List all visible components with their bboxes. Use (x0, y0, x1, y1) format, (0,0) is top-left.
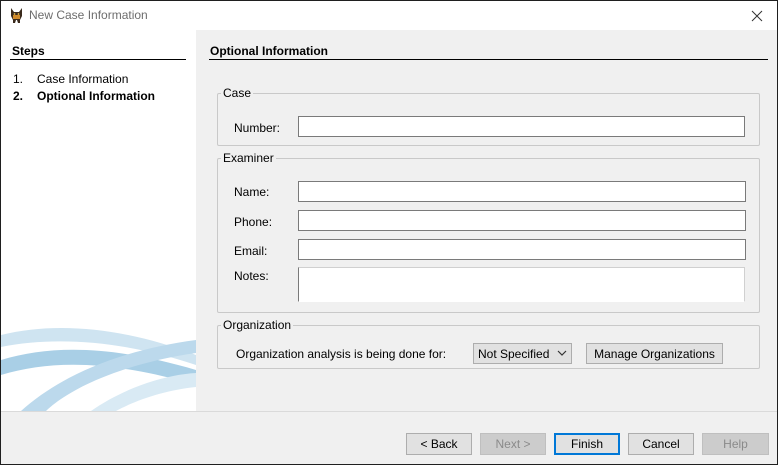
cancel-button[interactable]: Cancel (628, 433, 694, 455)
steps-sidebar: Steps 1. Case Information 2. Optional Info… (1, 30, 196, 411)
case-group-legend: Case (223, 86, 252, 100)
new-case-dialog: New Case Information Steps 1. Case Inform… (0, 0, 778, 465)
examiner-notes-textarea[interactable] (298, 267, 745, 302)
organization-analysis-label: Organization analysis is being done for: (236, 347, 447, 361)
step-label: Case Information (37, 72, 129, 86)
close-icon (751, 10, 763, 21)
examiner-name-input[interactable] (298, 181, 746, 202)
case-number-input[interactable] (298, 116, 745, 137)
step-case-information: 1. Case Information (13, 72, 128, 86)
help-button[interactable]: Help (702, 433, 769, 455)
title-bar: New Case Information (1, 1, 777, 30)
back-button[interactable]: < Back (406, 433, 472, 455)
step-number: 1. (13, 72, 24, 86)
chevron-down-icon (557, 350, 567, 356)
finish-button[interactable]: Finish (554, 433, 620, 455)
footer-separator (1, 411, 777, 412)
examiner-group-legend: Examiner (223, 151, 274, 165)
examiner-phone-input[interactable] (298, 210, 746, 231)
window-title: New Case Information (29, 8, 148, 22)
examiner-email-label: Email: (234, 244, 268, 258)
examiner-phone-label: Phone: (234, 215, 273, 229)
close-button[interactable] (745, 5, 769, 26)
case-number-label: Number: (234, 121, 281, 135)
examiner-email-input[interactable] (298, 239, 746, 260)
examiner-name-label: Name: (234, 185, 270, 199)
autopsy-dog-icon (8, 7, 25, 24)
next-button[interactable]: Next > (480, 433, 546, 455)
step-optional-information: 2. Optional Information (13, 89, 155, 103)
panel-divider (209, 59, 768, 60)
organization-select[interactable]: Not Specified (473, 343, 572, 364)
decorative-swoosh (1, 327, 196, 411)
panel-heading: Optional Information (210, 44, 328, 58)
step-label: Optional Information (37, 89, 155, 103)
steps-heading: Steps (12, 44, 45, 58)
step-number: 2. (13, 89, 24, 103)
organization-selected-value: Not Specified (478, 346, 550, 361)
manage-organizations-button[interactable]: Manage Organizations (586, 343, 723, 364)
organization-group-legend: Organization (223, 318, 292, 332)
examiner-notes-label: Notes: (234, 269, 269, 283)
steps-divider (10, 59, 186, 60)
